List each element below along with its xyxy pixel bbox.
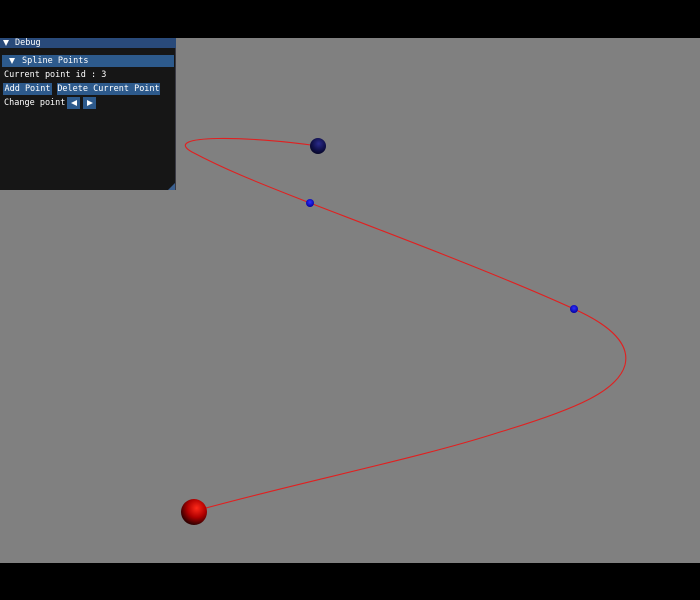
debug-window-title: Debug bbox=[15, 38, 41, 48]
spline-points-label: Spline Points bbox=[22, 56, 89, 66]
control-point-1[interactable] bbox=[306, 199, 314, 207]
arrow-left-icon bbox=[70, 100, 77, 106]
dark-blue-sphere[interactable] bbox=[310, 138, 326, 154]
debug-title-bar[interactable]: Debug bbox=[0, 38, 176, 48]
next-point-button[interactable] bbox=[83, 97, 96, 109]
letterbox-bottom bbox=[0, 563, 700, 600]
delete-current-point-button[interactable]: Delete Current Point bbox=[57, 83, 160, 95]
red-sphere[interactable] bbox=[181, 499, 207, 525]
debug-window[interactable]: Debug Spline Points Current point id : 3… bbox=[0, 38, 176, 190]
change-point-label: Change point bbox=[4, 98, 66, 108]
spline-curve bbox=[184, 137, 627, 512]
add-point-button[interactable]: Add Point bbox=[3, 83, 52, 95]
current-point-row: Current point id : 3 bbox=[4, 70, 106, 80]
current-point-separator: : bbox=[91, 70, 97, 80]
arrow-right-icon bbox=[86, 100, 93, 106]
collapse-arrow-icon[interactable] bbox=[3, 40, 9, 46]
current-point-label: Current point id bbox=[4, 70, 86, 80]
current-point-value: 3 bbox=[101, 70, 107, 80]
spline-points-header[interactable]: Spline Points bbox=[2, 55, 174, 67]
control-point-2[interactable] bbox=[570, 305, 578, 313]
resize-grip-icon[interactable] bbox=[168, 183, 175, 190]
prev-point-button[interactable] bbox=[67, 97, 80, 109]
section-collapse-icon[interactable] bbox=[9, 58, 15, 64]
letterbox-top bbox=[0, 0, 700, 38]
